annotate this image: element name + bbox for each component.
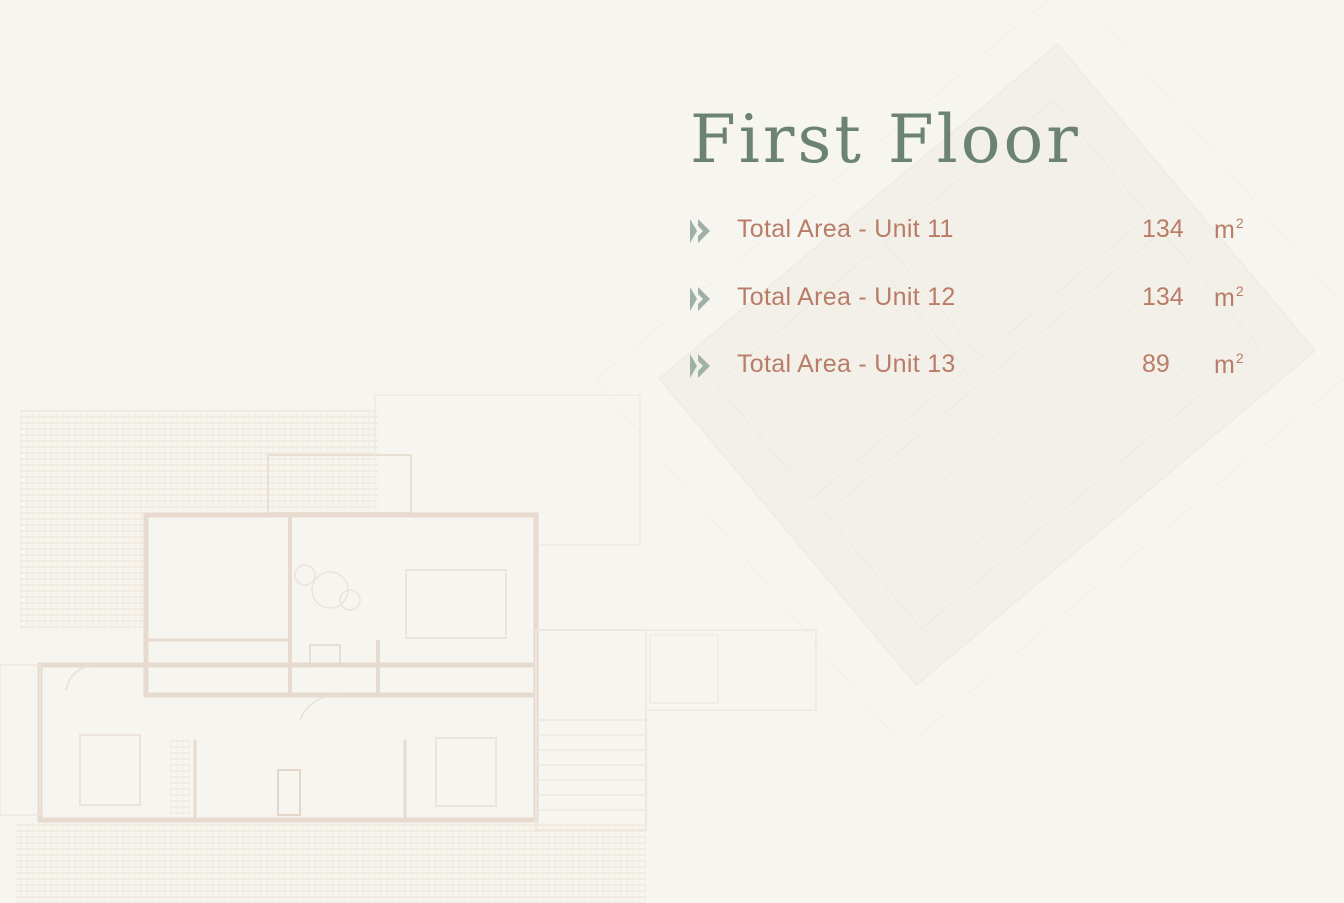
area-label: Total Area - Unit 13 — [737, 350, 956, 378]
area-unit: m2 — [1214, 282, 1244, 312]
chevron-right-icon — [690, 286, 710, 311]
area-label: Total Area - Unit 11 — [737, 215, 954, 243]
area-list: Total Area - Unit 11 134 m2 Total Area -… — [686, 205, 1266, 408]
area-value: 134 — [1142, 215, 1184, 243]
area-row-unit-11: Total Area - Unit 11 134 m2 — [686, 205, 1266, 273]
page-title: First Floor — [690, 101, 1081, 178]
chevron-right-icon — [690, 219, 710, 243]
area-value: 89 — [1142, 350, 1170, 378]
lower-plan — [0, 394, 817, 903]
floor-plan-background — [0, 0, 1344, 903]
area-unit: m2 — [1214, 215, 1244, 244]
area-value: 134 — [1142, 282, 1184, 311]
area-row-unit-13: Total Area - Unit 13 89 m2 — [686, 340, 1266, 408]
floor-plan-page: First Floor Total Area - Unit 11 134 m2 … — [0, 0, 1344, 903]
chevron-right-icon — [690, 354, 710, 378]
area-unit: m2 — [1214, 350, 1244, 379]
area-label: Total Area - Unit 12 — [737, 282, 956, 311]
area-row-unit-12: Total Area - Unit 12 134 m2 — [686, 273, 1266, 341]
